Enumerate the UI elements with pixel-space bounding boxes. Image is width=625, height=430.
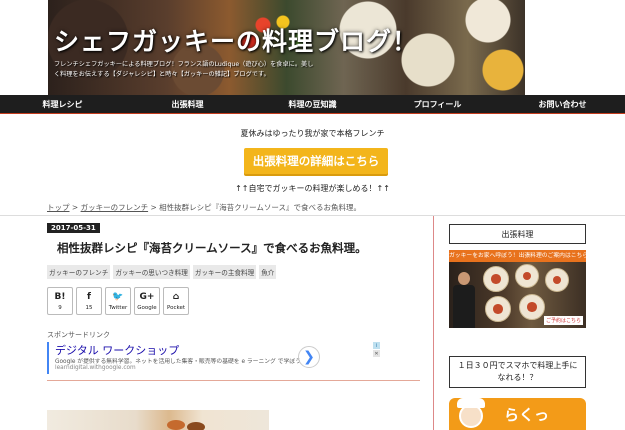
share-label: Twitter — [108, 304, 128, 311]
catering-banner[interactable]: ガッキーをお家へ呼ぼう！出張料理のご案内はこちら！ ご予約はこちら — [449, 250, 586, 328]
nav-item-profile[interactable]: プロフィール — [383, 99, 493, 110]
info-icon[interactable]: i — [373, 342, 380, 349]
promo-top-text: 夏休みはゆったり我が家で本格フレンチ — [240, 129, 385, 138]
post-date: 2017-05-31 — [47, 223, 100, 233]
divider — [0, 215, 625, 216]
site-header: シェフガッキーの料理ブログ！ フレンチシェフガッキーによる料理ブログ！フランス語… — [0, 0, 625, 95]
nav-item-catering[interactable]: 出張料理 — [133, 99, 243, 110]
breadcrumb: トップ > ガッキーのフレンチ > 相性抜群レシピ『海苔クリームソース』で食べる… — [47, 202, 361, 213]
tag-link[interactable]: 魚介 — [259, 265, 277, 279]
sidebar-widget-catering: 出張料理 — [449, 224, 586, 244]
twitter-share-button[interactable]: 🐦 Twitter — [105, 287, 131, 315]
breadcrumb-separator: > — [150, 203, 157, 212]
tag-link[interactable]: ガッキーのフレンチ — [47, 265, 111, 279]
sidebar-divider — [433, 216, 434, 430]
google-plus-share-button[interactable]: G+ Google — [134, 287, 160, 315]
nav-item-recipes[interactable]: 料理レシピ — [8, 99, 118, 110]
chef-photo — [453, 272, 475, 328]
rakuten-banner[interactable]: らくっ — [449, 398, 586, 430]
article-image — [47, 410, 269, 430]
divider — [47, 380, 420, 381]
site-description: フレンチシェフガッキーによる料理ブログ！フランス語のLudique（遊び心）を食… — [54, 61, 314, 78]
widget-title: 出張料理 — [501, 229, 534, 239]
ad-accent-bar — [47, 342, 49, 374]
share-count: 9 — [58, 304, 62, 311]
reserve-badge: ご予約はこちら — [543, 316, 583, 325]
ad-url[interactable]: learndigital.withgoogle.com — [55, 365, 136, 371]
dish-photo — [545, 268, 569, 292]
pocket-icon: ⌂ — [172, 291, 180, 302]
post-tags: ガッキーのフレンチ ガッキーの思いつき料理 ガッキーの主食料理 魚介 — [47, 265, 277, 279]
breadcrumb-home[interactable]: トップ — [47, 203, 70, 212]
share-buttons: B! 9 f 15 🐦 Twitter G+ Google ⌂ Pocket — [47, 287, 189, 315]
pocket-share-button[interactable]: ⌂ Pocket — [163, 287, 189, 315]
nav-item-tips[interactable]: 料理の豆知識 — [258, 99, 368, 110]
hatena-icon: B! — [54, 291, 66, 302]
tag-link[interactable]: ガッキーの主食料理 — [192, 265, 257, 279]
breadcrumb-current: 相性抜群レシピ『海苔クリームソース』で食べるお魚料理。 — [159, 203, 362, 212]
sidebar-widget-smartphone: １日３０円でスマホで料理上手になれる！？ — [449, 356, 586, 388]
dish-photo — [515, 264, 539, 288]
post-title: 相性抜群レシピ『海苔クリームソース』で食べるお魚料理。 — [57, 241, 367, 255]
share-label: Google — [137, 304, 157, 311]
banner-headline: ガッキーをお家へ呼ぼう！出張料理のご案内はこちら！ — [449, 250, 586, 262]
dish-photo — [485, 296, 511, 322]
ad-unit[interactable]: デジタル ワークショップ Google が提供する無料学習。ネットを活用した集客… — [47, 340, 382, 376]
twitter-icon: 🐦 — [112, 291, 124, 302]
dish-photo — [483, 266, 509, 292]
share-count: 15 — [85, 304, 93, 311]
chevron-right-icon[interactable]: ❯ — [298, 346, 320, 368]
sponsored-label: スポンサードリンク — [47, 331, 110, 339]
promo-bottom-text: ↑↑自宅でガッキーの料理が楽しめる！↑↑ — [235, 184, 390, 193]
widget-title: １日３０円でスマホで料理上手になれる！？ — [457, 361, 578, 382]
site-title[interactable]: シェフガッキーの料理ブログ！ — [54, 22, 418, 58]
dish-photo — [519, 294, 545, 320]
facebook-share-button[interactable]: f 15 — [76, 287, 102, 315]
tag-link[interactable]: ガッキーの思いつき料理 — [113, 265, 190, 279]
catering-details-button[interactable]: 出張料理の詳細はこちら — [244, 148, 388, 174]
hatena-share-button[interactable]: B! 9 — [47, 287, 73, 315]
breadcrumb-separator: > — [71, 203, 79, 212]
share-label: Pocket — [166, 304, 186, 311]
ad-description: Google が提供する無料学習。ネットを活用した集客・販売等の基礎を e ラー… — [55, 359, 301, 365]
banner-text: らくっ — [504, 406, 550, 424]
chef-hat-icon — [457, 398, 485, 408]
global-nav: 料理レシピ 出張料理 料理の豆知識 プロフィール お問い合わせ — [0, 95, 625, 114]
google-plus-icon: G+ — [139, 291, 155, 302]
close-icon[interactable]: ✕ — [373, 350, 380, 357]
facebook-icon: f — [87, 291, 91, 302]
nav-item-contact[interactable]: お問い合わせ — [508, 99, 618, 110]
breadcrumb-category[interactable]: ガッキーのフレンチ — [81, 203, 149, 212]
